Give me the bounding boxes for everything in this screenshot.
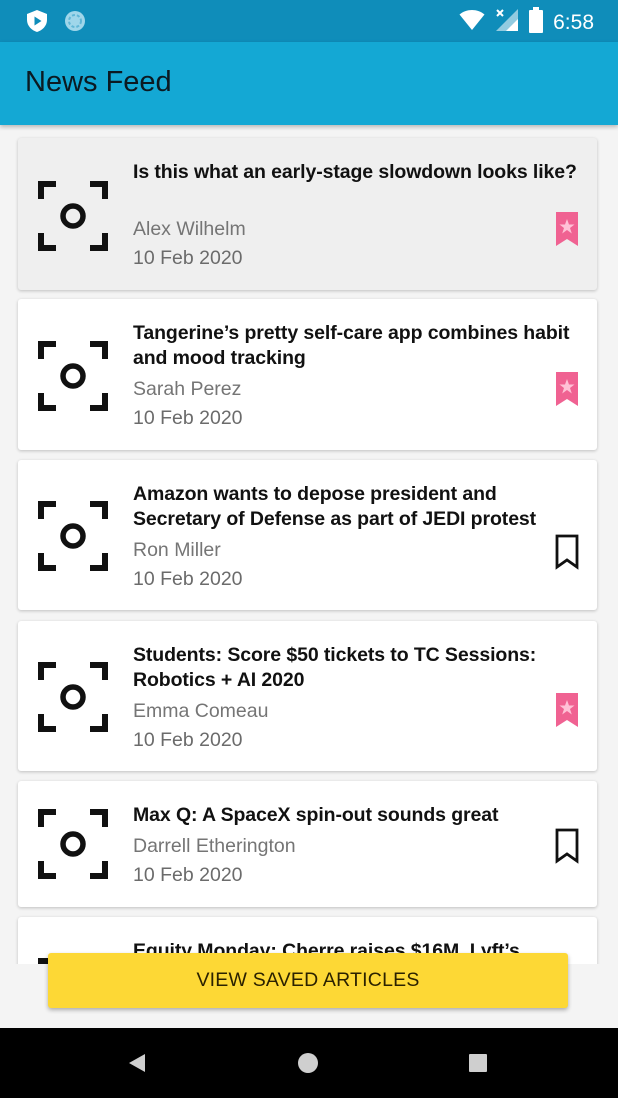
article-date: 10 Feb 2020: [133, 247, 243, 269]
image-placeholder-icon: [38, 662, 108, 732]
article-card[interactable]: Max Q: A SpaceX spin-out sounds great Da…: [18, 781, 597, 907]
article-date: 10 Feb 2020: [133, 568, 243, 590]
article-title: Students: Score $50 tickets to TC Sessio…: [133, 644, 537, 691]
bookmark-filled-icon[interactable]: [554, 691, 580, 729]
article-card[interactable]: Amazon wants to depose president and Sec…: [18, 460, 597, 610]
navigation-bar: [0, 1028, 618, 1098]
shield-icon: [26, 9, 48, 38]
article-list[interactable]: Is this what an early-stage slowdown loo…: [0, 125, 618, 964]
article-title: Amazon wants to depose president and Sec…: [133, 483, 537, 530]
wifi-icon: [459, 9, 485, 36]
article-title: Tangerine’s pretty self-care app combine…: [133, 322, 570, 369]
article-author: Alex Wilhelm: [133, 218, 246, 240]
back-icon[interactable]: [102, 1028, 172, 1098]
article-card[interactable]: Is this what an early-stage slowdown loo…: [18, 138, 597, 290]
battery-icon: [529, 7, 544, 38]
article-card[interactable]: Tangerine’s pretty self-care app combine…: [18, 299, 597, 450]
bookmark-filled-icon[interactable]: [554, 370, 580, 408]
image-placeholder-icon: [38, 341, 108, 411]
image-placeholder-icon: [38, 501, 108, 571]
image-placeholder-icon: [38, 809, 108, 879]
article-author: Emma Comeau: [133, 700, 269, 722]
article-card[interactable]: Students: Score $50 tickets to TC Sessio…: [18, 621, 597, 771]
article-author: Ron Miller: [133, 539, 221, 561]
status-bar: 6:58: [0, 0, 618, 42]
status-time: 6:58: [553, 10, 594, 34]
article-author: Sarah Perez: [133, 378, 242, 400]
article-title: Is this what an early-stage slowdown loo…: [133, 161, 577, 183]
view-saved-articles-button[interactable]: VIEW SAVED ARTICLES: [48, 953, 568, 1008]
image-placeholder-icon: [38, 181, 108, 251]
bookmark-outline-icon[interactable]: [554, 533, 580, 571]
article-author: Darrell Etherington: [133, 835, 296, 857]
article-date: 10 Feb 2020: [133, 407, 243, 429]
app-bar: News Feed: [0, 42, 618, 125]
signal-off-icon: [495, 8, 519, 37]
bookmark-outline-icon[interactable]: [554, 827, 580, 865]
bookmark-filled-icon[interactable]: [554, 210, 580, 248]
recents-icon[interactable]: [443, 1028, 513, 1098]
sync-icon: [64, 10, 86, 37]
article-date: 10 Feb 2020: [133, 729, 243, 751]
article-title: Max Q: A SpaceX spin-out sounds great: [133, 804, 499, 826]
home-icon[interactable]: [273, 1028, 343, 1098]
article-date: 10 Feb 2020: [133, 864, 243, 886]
page-title: News Feed: [25, 66, 172, 98]
screen: 6:58 News Feed Is this what an early-sta…: [0, 0, 618, 1098]
